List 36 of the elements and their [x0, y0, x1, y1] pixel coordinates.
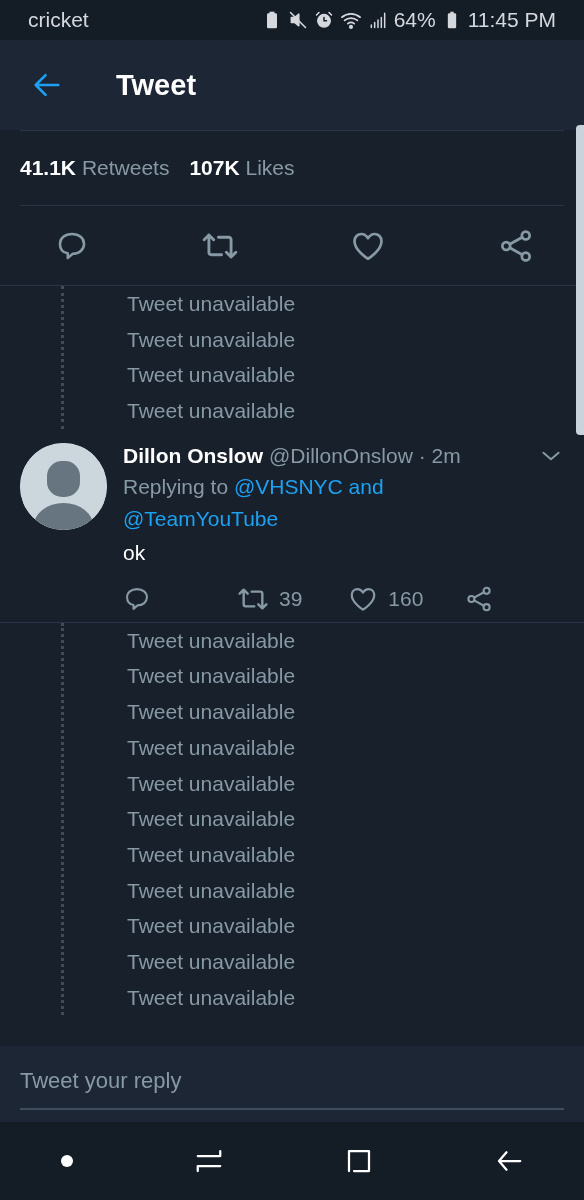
share-button[interactable]	[465, 584, 494, 613]
unavailable-tweet: Tweet unavailable	[127, 627, 297, 654]
author-handle: @DillonOnslow · 2m	[269, 443, 461, 468]
mention-link[interactable]: @TeamYouTube	[123, 506, 279, 530]
unavailable-tweet: Tweet unavailable	[127, 841, 297, 868]
unavailable-tweet: Tweet unavailable	[127, 770, 297, 797]
mention-link[interactable]: @VHSNYC and	[233, 474, 384, 498]
page-title: Tweet	[116, 68, 197, 102]
battery-percent: 64%	[393, 8, 436, 32]
author-name: Dillon Onslow	[123, 443, 263, 468]
stat-count[interactable]: 41.1K Retweets	[20, 156, 170, 180]
retweet-button[interactable]: 39	[237, 582, 303, 615]
unavailable-tweet: Tweet unavailable	[127, 398, 297, 425]
alarm-icon	[313, 10, 334, 30]
unavailable-tweet: Tweet unavailable	[127, 913, 297, 940]
reply-input[interactable]: Tweet your reply	[0, 1046, 584, 1122]
mute-icon	[287, 10, 308, 30]
carrier-name: cricket	[28, 8, 89, 32]
clock-time: 11:45 PM	[467, 8, 556, 32]
stat-count[interactable]: 107K Likes	[189, 156, 295, 180]
scrollbar[interactable]	[576, 125, 584, 435]
share-icon	[465, 584, 494, 613]
unavailable-tweet: Tweet unavailable	[127, 948, 297, 975]
unavailable-tweet: Tweet unavailable	[127, 326, 297, 353]
unavailable-tweet: Tweet unavailable	[127, 699, 297, 726]
replying-to-label: Replying to	[123, 474, 229, 498]
unavailable-tweet: Tweet unavailable	[127, 291, 297, 317]
unavailable-tweet: Tweet unavailable	[127, 877, 297, 904]
unavailable-tweet: Tweet unavailable	[127, 362, 297, 389]
unavailable-tweet: Tweet unavailable	[127, 984, 297, 1011]
unavailable-tweet: Tweet unavailable	[127, 806, 297, 833]
like-button[interactable]: 160	[348, 583, 424, 614]
tweet-text: ok	[123, 540, 147, 565]
dot-icon[interactable]	[60, 1154, 74, 1168]
unavailable-tweet: Tweet unavailable	[127, 663, 297, 690]
unavailable-tweet: Tweet unavailable	[127, 734, 297, 761]
